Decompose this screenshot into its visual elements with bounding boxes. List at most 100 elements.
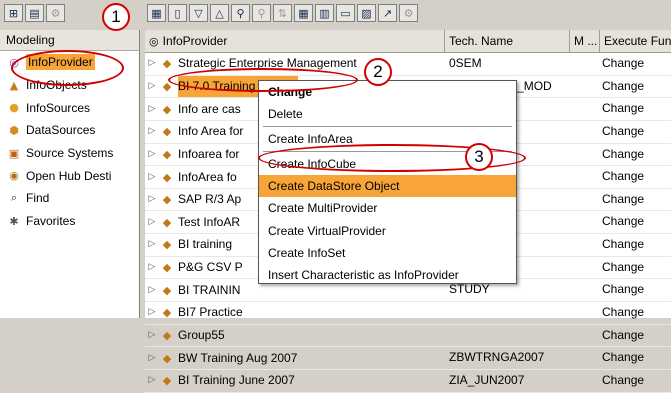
menu-item-create-datastore-object[interactable]: Create DataStore Object — [259, 175, 516, 198]
nav-source-systems[interactable]: ▣ Source Systems — [0, 142, 139, 165]
grid-toolbar: ▦ ▯ ▽ △ ⚲ ⚲ ⇅ ▦ ▥ ▭ ▨ ↗ ⚙ — [145, 0, 671, 26]
menu-item-insert-characteristic[interactable]: Insert Characteristic as InfoProvider — [259, 264, 516, 286]
display-icon[interactable]: ▤ — [25, 4, 44, 22]
expand-arrow-icon[interactable]: ▷ — [145, 325, 159, 346]
table-icon[interactable]: ▦ — [294, 4, 313, 22]
cell-execute-function[interactable]: Change — [600, 121, 671, 143]
cell-infoprovider: ▷ ◆ BW Training Aug 2007 — [145, 347, 445, 369]
expand-icon[interactable]: ▽ — [189, 4, 208, 22]
col-header-m[interactable]: M ... — [570, 30, 600, 52]
expand-arrow-icon[interactable]: ▷ — [145, 167, 159, 188]
cell-m — [570, 189, 600, 211]
cell-execute-function[interactable]: Change — [600, 325, 671, 347]
infoprovider-header-icon: ◎ — [149, 35, 159, 48]
nav-favorites[interactable]: ✱ Favorites — [0, 210, 139, 233]
nav-find[interactable]: ⌕ Find — [0, 187, 139, 210]
table-row[interactable]: ▷ ◆ BI7 Practice Change — [145, 302, 671, 325]
modeling-header: Modeling — [0, 30, 139, 51]
pointer-icon[interactable]: ↗ — [378, 4, 397, 22]
cell-execute-function[interactable]: Change — [600, 98, 671, 120]
cell-execute-function[interactable]: Change — [600, 76, 671, 98]
nav-open-hub[interactable]: ◉ Open Hub Desti — [0, 164, 139, 187]
expand-arrow-icon[interactable]: ▷ — [145, 189, 159, 210]
nav-infosources[interactable]: ● InfoSources — [0, 96, 139, 119]
infoarea-icon: ◆ — [162, 329, 172, 342]
cell-execute-function[interactable]: Change — [600, 347, 671, 369]
cell-execute-function[interactable]: Change — [600, 279, 671, 301]
infoarea-name: Info are cas — [178, 101, 241, 116]
menu-item-create-virtualprovider[interactable]: Create VirtualProvider — [259, 220, 516, 242]
table-row[interactable]: ▷ ◆ BW Training Aug 2007 ZBWTRNGA2007 Change — [145, 347, 671, 370]
infoarea-icon: ◆ — [162, 306, 172, 320]
columns-icon[interactable]: ▥ — [315, 4, 334, 22]
cell-execute-function[interactable]: Change — [600, 257, 671, 279]
settings-icon[interactable]: ⚙ — [46, 4, 65, 22]
table-row[interactable]: ▷ ◆ BI Training June 2007 ZIA_JUN2007 Change — [145, 370, 671, 393]
expand-arrow-icon[interactable]: ▷ — [145, 76, 159, 97]
cell-execute-function[interactable]: Change — [600, 302, 671, 324]
hierarchy-icon[interactable]: ⊞ — [4, 4, 23, 22]
menu-item-create-multiprovider[interactable]: Create MultiProvider — [259, 197, 516, 219]
cell-execute-function[interactable]: Change — [600, 53, 671, 75]
detail-icon[interactable]: ▯ — [168, 4, 187, 22]
find-next-icon[interactable]: ⚲ — [252, 4, 271, 22]
nav-datasources[interactable]: ⬢ DataSources — [0, 119, 139, 142]
cell-m — [570, 347, 600, 369]
nav-label: DataSources — [26, 123, 96, 138]
cell-execute-function[interactable]: Change — [600, 189, 671, 211]
infoarea-icon: ◆ — [162, 57, 172, 71]
infoarea-name: BI TRAININ — [178, 282, 241, 297]
collapse-icon[interactable]: △ — [210, 4, 229, 22]
table-header: ◎ InfoProvider Tech. Name M ... Execute F… — [145, 30, 671, 53]
filter-icon[interactable]: ▨ — [357, 4, 376, 22]
gear-icon[interactable]: ⚙ — [399, 4, 418, 22]
nav-label: Open Hub Desti — [26, 168, 112, 183]
cell-execute-function[interactable]: Change — [600, 144, 671, 166]
find-binoculars-icon[interactable]: ⚲ — [231, 4, 250, 22]
infoarea-name: Group55 — [178, 328, 225, 342]
infoarea-name: BI training — [178, 237, 233, 252]
nav-label: Favorites — [26, 214, 76, 229]
cell-execute-function[interactable]: Change — [600, 211, 671, 233]
col-header-tech-name[interactable]: Tech. Name — [445, 30, 570, 52]
cell-infoprovider: ▷ ◆ Strategic Enterprise Management — [145, 53, 445, 75]
infoarea-name: SAP R/3 Ap — [178, 192, 242, 207]
infoarea-icon: ◆ — [162, 374, 172, 388]
table-row[interactable]: ▷ ◆ Group55 Change — [145, 325, 671, 348]
cell-execute-function[interactable]: Change — [600, 370, 671, 392]
col-header-infoprovider[interactable]: ◎ InfoProvider — [145, 30, 445, 52]
expand-arrow-icon[interactable]: ▷ — [145, 234, 159, 255]
table-row[interactable]: ▷ ◆ Strategic Enterprise Management 0SEM Cha… — [145, 53, 671, 76]
menu-item-create-infoset[interactable]: Create InfoSet — [259, 242, 516, 264]
nav-infoprovider[interactable]: ◎ InfoProvider — [0, 51, 139, 74]
favorites-icon: ✱ — [9, 214, 19, 228]
menu-item-change[interactable]: Change — [259, 81, 516, 103]
sort-icon[interactable]: ⇅ — [273, 4, 292, 22]
expand-arrow-icon[interactable]: ▷ — [145, 257, 159, 278]
expand-arrow-icon[interactable]: ▷ — [145, 212, 159, 233]
expand-arrow-icon[interactable]: ▷ — [145, 370, 159, 391]
expand-arrow-icon[interactable]: ▷ — [145, 121, 159, 142]
expand-arrow-icon[interactable]: ▷ — [145, 99, 159, 120]
infoarea-name: Info Area for — [178, 124, 244, 139]
select-icon[interactable]: ▦ — [147, 4, 166, 22]
cell-m — [570, 53, 600, 75]
nav-label: Find — [26, 191, 50, 206]
infoprovider-icon: ◎ — [9, 55, 19, 69]
cell-execute-function[interactable]: Change — [600, 166, 671, 188]
annotation-number-3: 3 — [465, 143, 493, 171]
expand-arrow-icon[interactable]: ▷ — [145, 53, 159, 74]
nav-infoobjects[interactable]: ▲ InfoObjects — [0, 74, 139, 97]
modeling-panel: Modeling ◎ InfoProvider ▲ InfoObjects ● … — [0, 30, 140, 318]
expand-arrow-icon[interactable]: ▷ — [145, 280, 159, 301]
layout-icon[interactable]: ▭ — [336, 4, 355, 22]
cell-execute-function[interactable]: Change — [600, 234, 671, 256]
cell-m — [570, 279, 600, 301]
expand-arrow-icon[interactable]: ▷ — [145, 144, 159, 165]
col-header-execute[interactable]: Execute Fun — [600, 30, 671, 52]
menu-item-delete[interactable]: Delete — [259, 103, 516, 125]
expand-arrow-icon[interactable]: ▷ — [145, 302, 159, 323]
infoarea-icon: ◆ — [162, 79, 172, 93]
cell-m — [570, 370, 600, 392]
expand-arrow-icon[interactable]: ▷ — [145, 348, 159, 369]
